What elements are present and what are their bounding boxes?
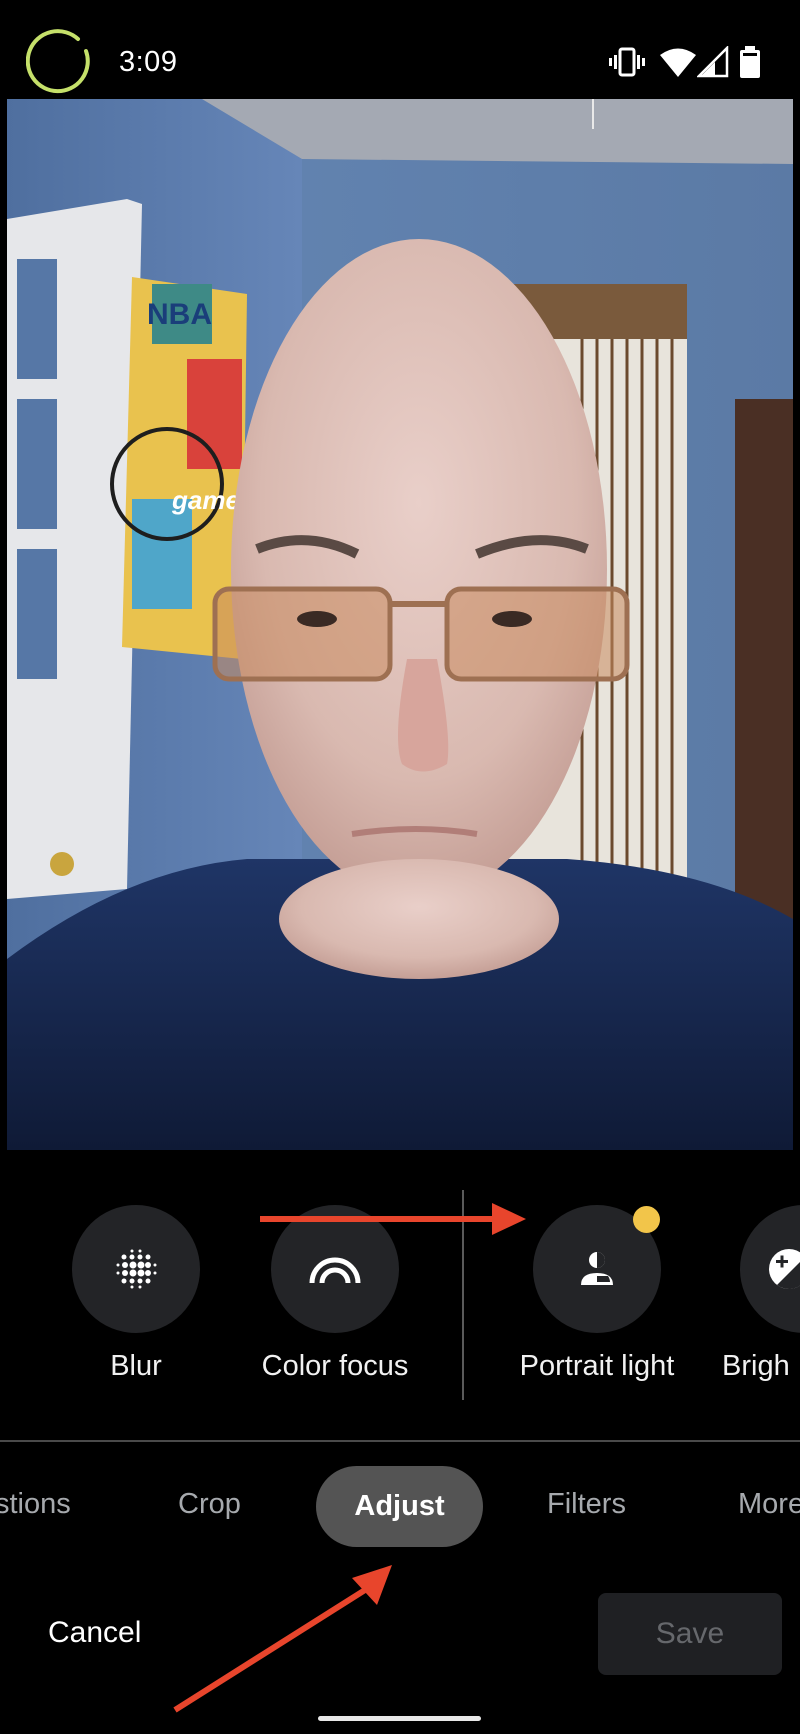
- tabs-divider: [0, 1440, 800, 1442]
- vibrate-icon: [609, 47, 645, 77]
- wifi-icon: [660, 48, 696, 77]
- save-button[interactable]: Save: [598, 1593, 782, 1675]
- battery-icon: [740, 46, 760, 78]
- tool-portrait-light-label: Portrait light: [519, 1350, 675, 1382]
- tab-crop[interactable]: Crop: [178, 1488, 241, 1521]
- cancel-button[interactable]: Cancel: [48, 1616, 141, 1650]
- photo-canvas: NBA game: [7, 99, 793, 1150]
- color-focus-arc-icon: [309, 1257, 361, 1284]
- tab-adjust[interactable]: Adjust: [316, 1466, 483, 1547]
- portrait-light-badge-dot: [633, 1206, 660, 1233]
- tab-adjust-label: Adjust: [354, 1490, 445, 1522]
- loading-ring-icon: [26, 29, 90, 94]
- annotation-arrow-adjust: [173, 1565, 392, 1713]
- tool-color-focus-button[interactable]: [271, 1205, 399, 1333]
- tab-suggestions[interactable]: stions: [0, 1488, 71, 1521]
- save-button-label: Save: [655, 1617, 725, 1650]
- tool-brightness-button[interactable]: [740, 1205, 800, 1333]
- status-time: 3:09: [119, 46, 178, 78]
- blur-dots-icon: [116, 1249, 157, 1289]
- poster-text-nba: NBA: [147, 298, 212, 331]
- tab-more[interactable]: More: [738, 1488, 800, 1521]
- tool-blur-button[interactable]: [72, 1205, 200, 1333]
- edited-photo[interactable]: NBA game: [7, 99, 793, 1150]
- cell-signal-icon: [697, 46, 729, 78]
- tools-divider: [462, 1190, 464, 1400]
- tool-color-focus-label: Color focus: [261, 1350, 409, 1382]
- poster-text-game: game: [171, 485, 240, 515]
- portrait-light-person-icon: [581, 1252, 613, 1285]
- tab-filters[interactable]: Filters: [547, 1488, 626, 1521]
- tool-brightness-label: Brigh: [722, 1350, 790, 1382]
- brightness-exposure-icon: [769, 1249, 800, 1289]
- tool-blur-label: Blur: [110, 1350, 162, 1382]
- home-indicator[interactable]: [318, 1716, 481, 1721]
